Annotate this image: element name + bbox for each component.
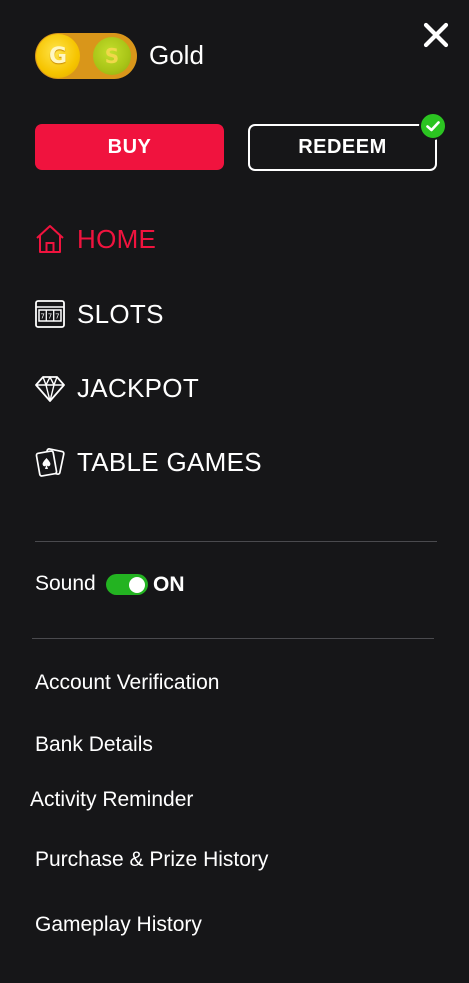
buy-button-label: BUY: [107, 135, 152, 158]
nav-item-jackpot[interactable]: JACKPOT: [33, 368, 199, 408]
nav-item-label: SLOTS: [77, 298, 164, 329]
link-activity-reminder[interactable]: Activity Reminder: [30, 788, 193, 812]
check-icon: [419, 112, 447, 140]
nav-item-slots[interactable]: 7 7 7 SLOTS: [33, 294, 164, 334]
nav-item-table-games[interactable]: TABLE GAMES: [33, 442, 262, 482]
link-gameplay-history[interactable]: Gameplay History: [35, 913, 202, 937]
sweeps-coin-letter: S: [104, 44, 120, 68]
buy-button[interactable]: BUY: [35, 124, 224, 170]
divider: [35, 541, 437, 542]
redeem-button[interactable]: REDEEM: [248, 124, 437, 171]
nav-item-label: HOME: [77, 223, 157, 254]
gold-coin-icon: G: [36, 34, 80, 78]
sound-state: ON: [153, 573, 185, 596]
diamond-icon: [33, 371, 67, 405]
svg-text:7: 7: [55, 313, 59, 321]
home-icon: [33, 222, 67, 256]
toggle-knob: [129, 576, 145, 593]
link-purchase-prize-history[interactable]: Purchase & Prize History: [35, 848, 268, 872]
currency-label: Gold: [149, 40, 204, 70]
svg-text:7: 7: [48, 313, 52, 321]
sound-toggle[interactable]: [106, 574, 148, 595]
divider: [32, 638, 434, 639]
link-account-verification[interactable]: Account Verification: [35, 671, 219, 695]
playing-cards-icon: [33, 445, 67, 479]
close-button[interactable]: [421, 20, 451, 50]
gold-coin-letter: G: [48, 43, 68, 69]
close-icon: [423, 22, 449, 48]
sweeps-coin-icon: S: [93, 37, 131, 75]
nav-item-home[interactable]: HOME: [33, 219, 156, 259]
svg-text:7: 7: [40, 313, 44, 321]
nav-item-label: TABLE GAMES: [77, 446, 262, 477]
nav-item-label: JACKPOT: [77, 372, 200, 403]
link-bank-details[interactable]: Bank Details: [35, 733, 153, 757]
slot-machine-icon: 7 7 7: [33, 297, 67, 331]
sound-label: Sound: [35, 572, 96, 595]
redeem-button-label: REDEEM: [298, 136, 387, 158]
